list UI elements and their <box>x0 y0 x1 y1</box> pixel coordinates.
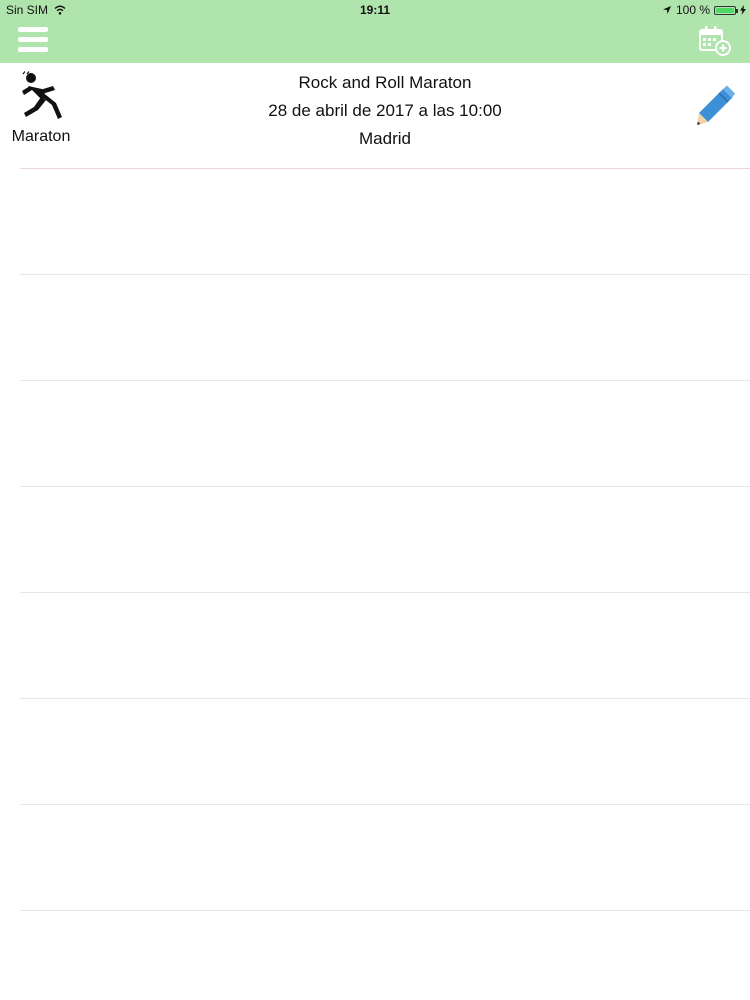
event-location: Madrid <box>359 129 411 148</box>
battery-icon <box>714 5 738 15</box>
event-details: Rock and Roll Maraton 28 de abril de 201… <box>160 69 610 153</box>
hamburger-menu-icon <box>18 27 48 32</box>
calendar-add-icon <box>699 26 731 56</box>
event-title: Rock and Roll Maraton <box>298 73 472 92</box>
runner-icon <box>22 71 62 119</box>
location-arrow-icon <box>662 6 671 14</box>
list-row[interactable] <box>20 168 750 274</box>
list-row[interactable] <box>20 698 750 804</box>
status-time: 19:11 <box>359 3 391 17</box>
list-row[interactable] <box>20 910 750 1000</box>
list-row[interactable] <box>20 804 750 910</box>
event-type-label: Maraton <box>11 128 71 145</box>
list-row[interactable] <box>20 380 750 486</box>
menu-button[interactable] <box>18 27 50 55</box>
edit-button[interactable] <box>694 85 736 127</box>
list-row[interactable] <box>20 274 750 380</box>
battery-percent: 100 % <box>675 3 710 17</box>
add-calendar-button[interactable] <box>698 25 732 57</box>
app-screen: Sin SIM 19:11 100 % Maraton Rock and Rol… <box>0 0 750 1000</box>
list-row[interactable] <box>20 592 750 698</box>
charging-icon <box>740 5 746 15</box>
list-row[interactable] <box>20 486 750 592</box>
event-header: Maraton Rock and Roll Maraton 28 de abri… <box>0 63 750 168</box>
pencil-edit-icon <box>697 85 735 125</box>
status-right: 100 % <box>662 3 746 17</box>
battery-level <box>716 7 734 13</box>
top-bar: Sin SIM 19:11 100 % <box>0 0 750 63</box>
event-datetime: 28 de abril de 2017 a las 10:00 <box>268 101 502 120</box>
schedule-list <box>0 168 750 1000</box>
